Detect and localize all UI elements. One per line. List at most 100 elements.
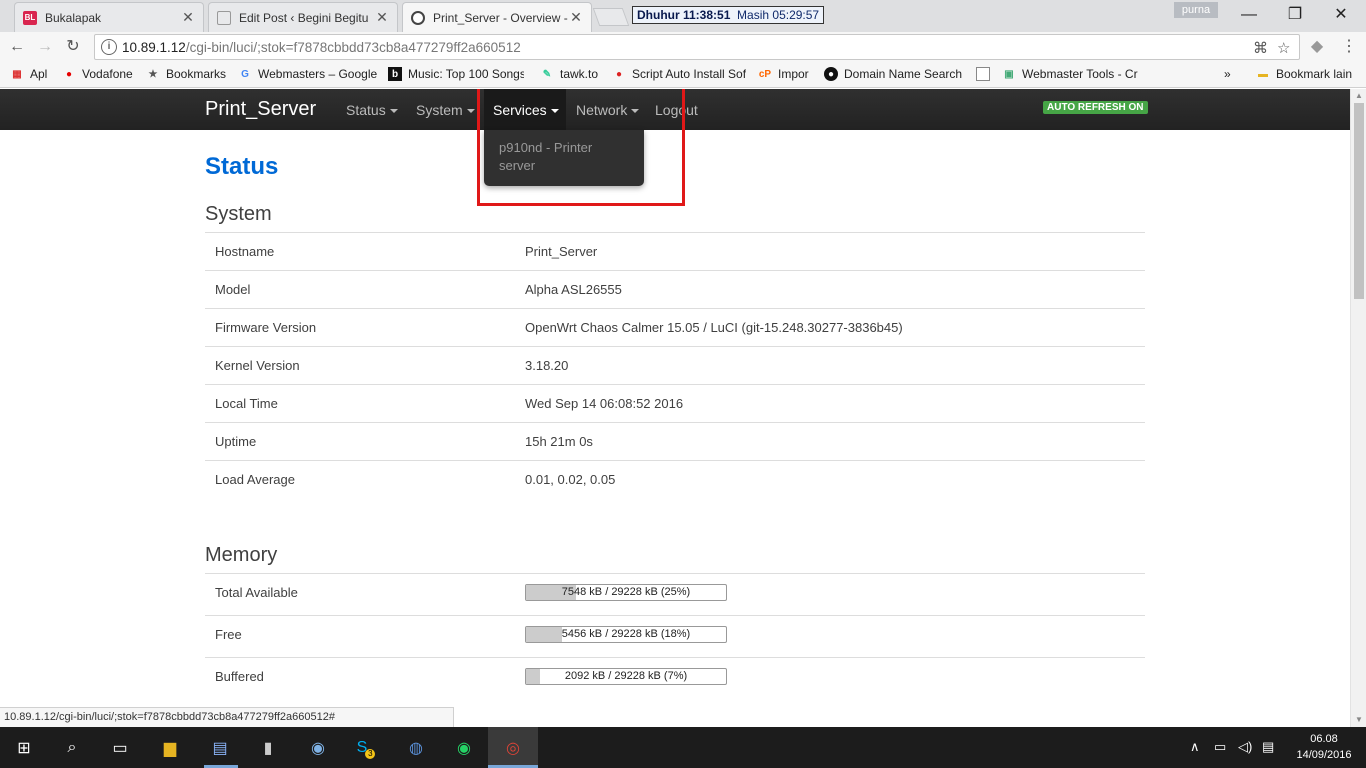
prayer-remaining: Masih 05:29:57 <box>737 8 820 22</box>
bookmark-domain-search[interactable]: ● Domain Name Search <box>824 67 962 81</box>
bookmark-apps[interactable]: ▦ Apl <box>10 67 55 81</box>
menu-status[interactable]: Status <box>346 102 398 118</box>
url-host: 10.89.1.12 <box>122 40 186 55</box>
tab-title: Edit Post ‹ Begini Begitu <box>239 10 369 25</box>
row-value: OpenWrt Chaos Calmer 15.05 / LuCI (git-1… <box>525 320 903 335</box>
link-status-bar: 10.89.1.12/cgi-bin/luci/;stok=f7878cbbdd… <box>0 707 454 727</box>
row-label: Model <box>215 282 251 297</box>
table-row: Load Average 0.01, 0.02, 0.05 <box>205 460 1145 498</box>
thunderbird-icon[interactable]: ◍ <box>402 735 430 761</box>
chrome-icon[interactable]: ◎ <box>499 735 527 761</box>
other-bookmarks[interactable]: ▬ Bookmark lain <box>1256 67 1356 81</box>
row-value: 15h 21m 0s <box>525 434 593 449</box>
progress-text: 7548 kB / 29228 kB (25%) <box>561 586 691 598</box>
auto-refresh-toggle[interactable]: AUTO REFRESH ON <box>1043 101 1148 114</box>
close-icon[interactable]: ✕ <box>569 9 583 26</box>
row-label: Uptime <box>215 434 257 449</box>
tab-edit-post[interactable]: Edit Post ‹ Begini Begitu ✕ <box>208 2 398 32</box>
bookmark-label: Webmasters – Google <box>258 67 378 81</box>
close-icon[interactable]: ✕ <box>375 9 389 26</box>
bookmark-impor[interactable]: cP Impor <box>758 67 816 81</box>
windows-start-icon[interactable]: ⊞ <box>10 735 38 761</box>
browser-app-icon[interactable]: ◉ <box>304 735 332 761</box>
page-scrollbar[interactable]: ▲ ▼ <box>1350 89 1366 727</box>
search-icon[interactable]: ⌕ <box>58 735 86 761</box>
bookmark-page[interactable] <box>976 67 994 81</box>
task-view-icon[interactable]: ▭ <box>106 735 134 761</box>
clock-date: 14/09/2016 <box>1296 749 1352 761</box>
row-value: Wed Sep 14 06:08:52 2016 <box>525 396 684 411</box>
extension-icon[interactable]: ◆ <box>1306 37 1328 57</box>
tab-bukalapak[interactable]: BL Bukalapak ✕ <box>14 2 204 32</box>
tray-overflow-icon[interactable]: ∧ <box>1190 739 1200 755</box>
table-row: Total Available 7548 kB / 29228 kB (25%) <box>205 573 1145 615</box>
row-value: 0.01, 0.02, 0.05 <box>525 472 616 487</box>
file-explorer-icon[interactable]: ▆ <box>156 735 184 761</box>
script-icon: ● <box>615 68 623 80</box>
bookmark-music[interactable]: b Music: Top 100 Songs <box>388 67 524 81</box>
vodafone-icon: ● <box>65 68 73 80</box>
memory-heading: Memory <box>205 544 278 566</box>
network-app-icon[interactable]: ▤ <box>206 735 234 761</box>
bookmark-label: Domain Name Search <box>844 67 962 81</box>
row-value: 3.18.20 <box>525 358 569 373</box>
bookmark-webmaster-tools[interactable]: ▣ Webmaster Tools - Cr <box>1002 67 1138 81</box>
table-row: Kernel Version 3.18.20 <box>205 346 1145 384</box>
address-url: 10.89.1.12/cgi-bin/luci/;stok=f7878cbbdd… <box>122 40 521 55</box>
tab-title: Bukalapak <box>45 10 102 25</box>
profile-button[interactable]: purna <box>1174 2 1218 18</box>
notifications-icon[interactable]: ▤ <box>1262 739 1274 755</box>
progress-text: 2092 kB / 29228 kB (7%) <box>564 670 688 682</box>
new-tab-button[interactable] <box>592 8 630 26</box>
tab-print-server[interactable]: Print_Server - Overview - ✕ <box>402 2 592 32</box>
table-row: Local Time Wed Sep 14 06:08:52 2016 <box>205 384 1145 422</box>
reload-icon[interactable]: ↻ <box>62 37 84 57</box>
menu-system[interactable]: System <box>416 102 475 118</box>
taskbar-clock[interactable]: 06.08 14/09/2016 <box>1284 731 1364 763</box>
restore-icon[interactable]: ❐ <box>1272 4 1318 26</box>
tab-title: Print_Server - Overview - <box>433 10 568 25</box>
table-row: Model Alpha ASL26555 <box>205 270 1145 308</box>
bookmark-script[interactable]: ● Script Auto Install Sof <box>612 67 746 81</box>
network-tray-icon[interactable]: ▭ <box>1214 739 1226 755</box>
table-row: Uptime 15h 21m 0s <box>205 422 1145 460</box>
tawk-icon: ✎ <box>542 68 552 80</box>
memory-table: Total Available 7548 kB / 29228 kB (25%)… <box>205 573 1145 699</box>
whatsapp-icon[interactable]: ◉ <box>450 735 478 761</box>
prayer-time: Dhuhur 11:38:51 <box>637 8 731 22</box>
close-icon[interactable]: ✕ <box>181 9 195 26</box>
bookmark-bookmarks[interactable]: ★ Bookmarks <box>146 67 228 81</box>
usb-drive-icon[interactable]: ▮ <box>254 735 282 761</box>
memory-progress-bar: 7548 kB / 29228 kB (25%) <box>525 584 727 601</box>
scrollbar-thumb[interactable] <box>1354 103 1364 299</box>
skype-icon[interactable]: S3 <box>352 735 380 761</box>
bookmark-webmasters-google[interactable]: G Webmasters – Google <box>238 67 378 81</box>
brand-link[interactable]: Print_Server <box>205 98 316 121</box>
volume-icon[interactable]: ◁) <box>1238 739 1252 755</box>
close-window-icon[interactable]: ✕ <box>1318 4 1364 26</box>
row-label: Total Available <box>215 585 298 600</box>
info-icon[interactable]: i <box>101 39 117 55</box>
translate-icon[interactable]: ⌘ <box>1253 39 1268 57</box>
row-label: Hostname <box>215 244 275 259</box>
bookmark-label: tawk.to <box>560 67 599 81</box>
address-bar[interactable]: i 10.89.1.12/cgi-bin/luci/;stok=f7878cbb… <box>94 34 1300 60</box>
bookmark-label: Music: Top 100 Songs <box>408 67 524 81</box>
forward-icon[interactable]: → <box>34 37 56 57</box>
scroll-up-icon[interactable]: ▲ <box>1355 91 1363 100</box>
billboard-icon: b <box>388 67 402 81</box>
openwrt-icon <box>411 10 425 25</box>
menu-icon[interactable]: ⋮ <box>1338 37 1360 57</box>
back-icon[interactable]: ← <box>6 37 28 57</box>
bookmarks-overflow-icon[interactable]: » <box>1224 67 1238 81</box>
progress-text: 5456 kB / 29228 kB (18%) <box>561 628 691 640</box>
scroll-down-icon[interactable]: ▼ <box>1355 715 1363 724</box>
table-row: Hostname Print_Server <box>205 232 1145 270</box>
star-icon[interactable]: ☆ <box>1277 39 1290 57</box>
bookmark-tawk[interactable]: ✎ tawk.to <box>540 67 602 81</box>
minimize-icon[interactable]: — <box>1226 4 1272 26</box>
page-content: Print_Server Status System Services Netw… <box>0 89 1350 727</box>
menu-label: Status <box>346 102 386 118</box>
bookmark-vodafone[interactable]: ● Vodafone <box>62 67 137 81</box>
system-heading: System <box>205 203 272 225</box>
